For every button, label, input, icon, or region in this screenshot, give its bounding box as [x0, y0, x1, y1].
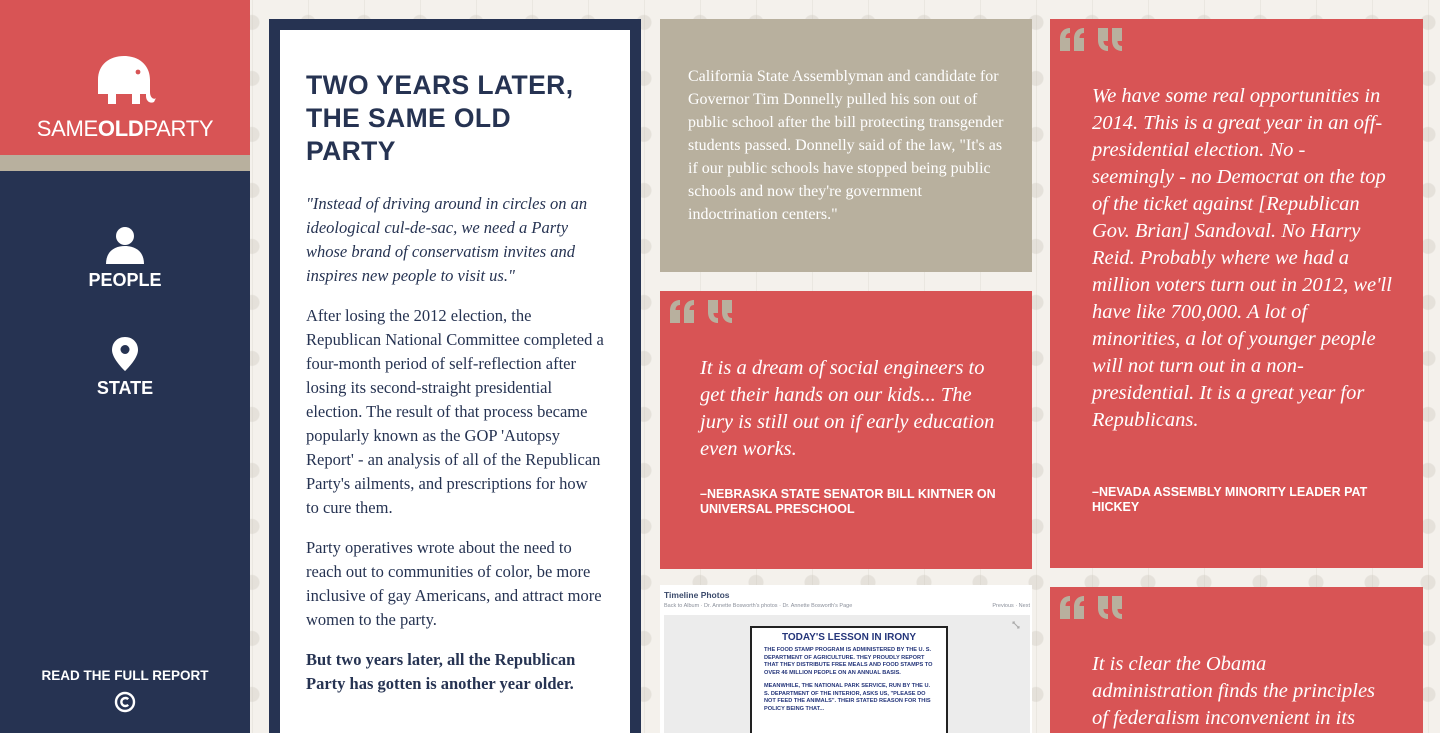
photo-nav: Previous · Next [992, 603, 1030, 609]
quote-card-2[interactable]: We have some real opportunities in 2014.… [1050, 19, 1423, 568]
lesson-paragraph-1: THE FOOD STAMP PROGRAM IS ADMINISTERED B… [764, 647, 933, 676]
quote-mark-icon [670, 300, 732, 323]
elephant-icon [98, 56, 156, 104]
nav-item-people[interactable]: PEOPLE [0, 224, 250, 291]
read-full-report-link[interactable]: READ THE FULL REPORT [0, 668, 250, 683]
intro-card: TWO YEARS LATER, THE SAME OLD PARTY "Ins… [269, 19, 641, 733]
nav-label-people: PEOPLE [88, 270, 162, 290]
lesson-image: TODAY'S LESSON IN IRONY THE FOOD STAMP P… [750, 626, 948, 733]
photo-frame: TODAY'S LESSON IN IRONY THE FOOD STAMP P… [664, 615, 1030, 733]
quote-text-3: It is clear the Obama administration fin… [1092, 653, 1376, 729]
quote-card-1[interactable]: It is a dream of social engineers to get… [660, 291, 1032, 569]
brand-block[interactable]: SAMEOLDPARTY [0, 0, 250, 155]
copyright-icon[interactable] [114, 691, 136, 713]
fact-card[interactable]: California State Assemblyman and candida… [660, 19, 1032, 272]
brand-stripe [0, 155, 250, 171]
lesson-paragraph-2: MEANWHILE, THE NATIONAL PARK SERVICE, RU… [764, 683, 931, 712]
brand-word-party: PARTY [143, 116, 214, 141]
quote-text-1: It is a dream of social engineers to get… [700, 357, 995, 460]
quote-mark-icon [1060, 28, 1122, 51]
brand-word-same: SAME [36, 116, 98, 141]
sidebar: SAMEOLDPARTY PEOPLE STATE READ THE FULL … [0, 0, 250, 733]
quote-card-3[interactable]: It is clear the Obama administration fin… [1050, 587, 1423, 733]
photo-breadcrumb: Back to Album · Dr. Annette Bosworth's p… [664, 603, 853, 609]
lesson-title: TODAY'S LESSON IN IRONY [781, 632, 917, 643]
intro-paragraph-2: Party operatives wrote about the need to… [306, 538, 602, 629]
quote-mark-icon [1060, 596, 1122, 619]
brand-wordmark: SAMEOLDPARTY [0, 116, 250, 142]
brand-word-old: OLD [97, 116, 144, 141]
intro-title: TWO YEARS LATER, THE SAME OLD PARTY [306, 70, 574, 166]
quote-attribution-1: –NEBRASKA STATE SENATOR BILL KINTNER ON … [700, 487, 996, 516]
intro-quote: "Instead of driving around in circles on… [306, 194, 588, 285]
quote-attribution-2: –NEVADA ASSEMBLY MINORITY LEADER PAT HIC… [1092, 485, 1368, 514]
quote-text-2: We have some real opportunities in 2014.… [1092, 85, 1392, 431]
expand-icon[interactable] [1012, 621, 1020, 629]
map-pin-icon [112, 337, 138, 371]
intro-paragraph-1: After losing the 2012 election, the Repu… [306, 306, 604, 517]
fact-text: California State Assemblyman and candida… [688, 68, 1004, 223]
intro-closing: But two years later, all the Republican … [306, 650, 576, 693]
photo-title: Timeline Photos [664, 590, 730, 600]
nav-item-state[interactable]: STATE [0, 336, 250, 399]
person-icon [106, 227, 144, 264]
nav-label-state: STATE [96, 378, 154, 398]
photo-card[interactable]: Timeline Photos Back to Album · Dr. Anne… [660, 585, 1032, 733]
